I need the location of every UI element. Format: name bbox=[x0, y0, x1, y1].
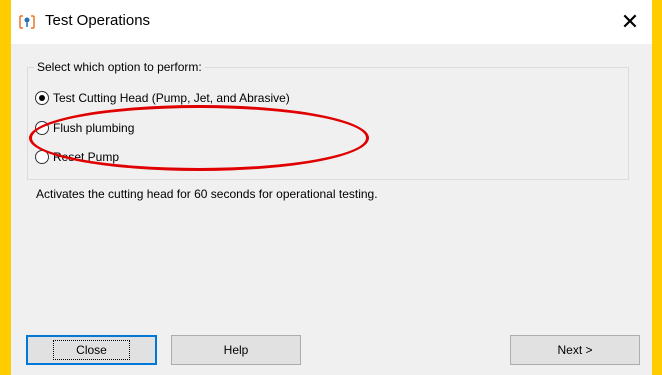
close-icon[interactable]: ✕ bbox=[613, 6, 647, 38]
dialog-client-area: Select which option to perform: Test Cut… bbox=[11, 44, 652, 375]
operation-description: Activates the cutting head for 60 second… bbox=[36, 187, 378, 201]
next-button-label: Next > bbox=[557, 343, 593, 357]
window-title: Test Operations bbox=[45, 12, 151, 29]
app-icon bbox=[19, 15, 35, 29]
radio-test-cutting-head[interactable]: Test Cutting Head (Pump, Jet, and Abrasi… bbox=[35, 91, 290, 105]
dialog-window: Test Operations ✕ Select which option to… bbox=[11, 0, 652, 375]
radio-selected-icon[interactable] bbox=[35, 91, 49, 105]
title-bar: Test Operations ✕ bbox=[11, 0, 652, 44]
close-button-label: Close bbox=[53, 340, 130, 360]
help-button-label: Help bbox=[223, 343, 249, 357]
close-button[interactable]: Close bbox=[26, 335, 157, 365]
help-button[interactable]: Help bbox=[171, 335, 301, 365]
radio-unselected-icon[interactable] bbox=[35, 150, 49, 164]
group-legend: Select which option to perform: bbox=[34, 60, 205, 74]
radio-reset-pump[interactable]: Reset Pump bbox=[35, 150, 119, 164]
radio-unselected-icon[interactable] bbox=[35, 121, 49, 135]
next-button[interactable]: Next > bbox=[510, 335, 640, 365]
radio-label: Test Cutting Head (Pump, Jet, and Abrasi… bbox=[53, 91, 290, 105]
radio-label: Flush plumbing bbox=[53, 121, 135, 135]
radio-label: Reset Pump bbox=[53, 150, 120, 164]
radio-flush-plumbing[interactable]: Flush plumbing bbox=[35, 121, 134, 135]
